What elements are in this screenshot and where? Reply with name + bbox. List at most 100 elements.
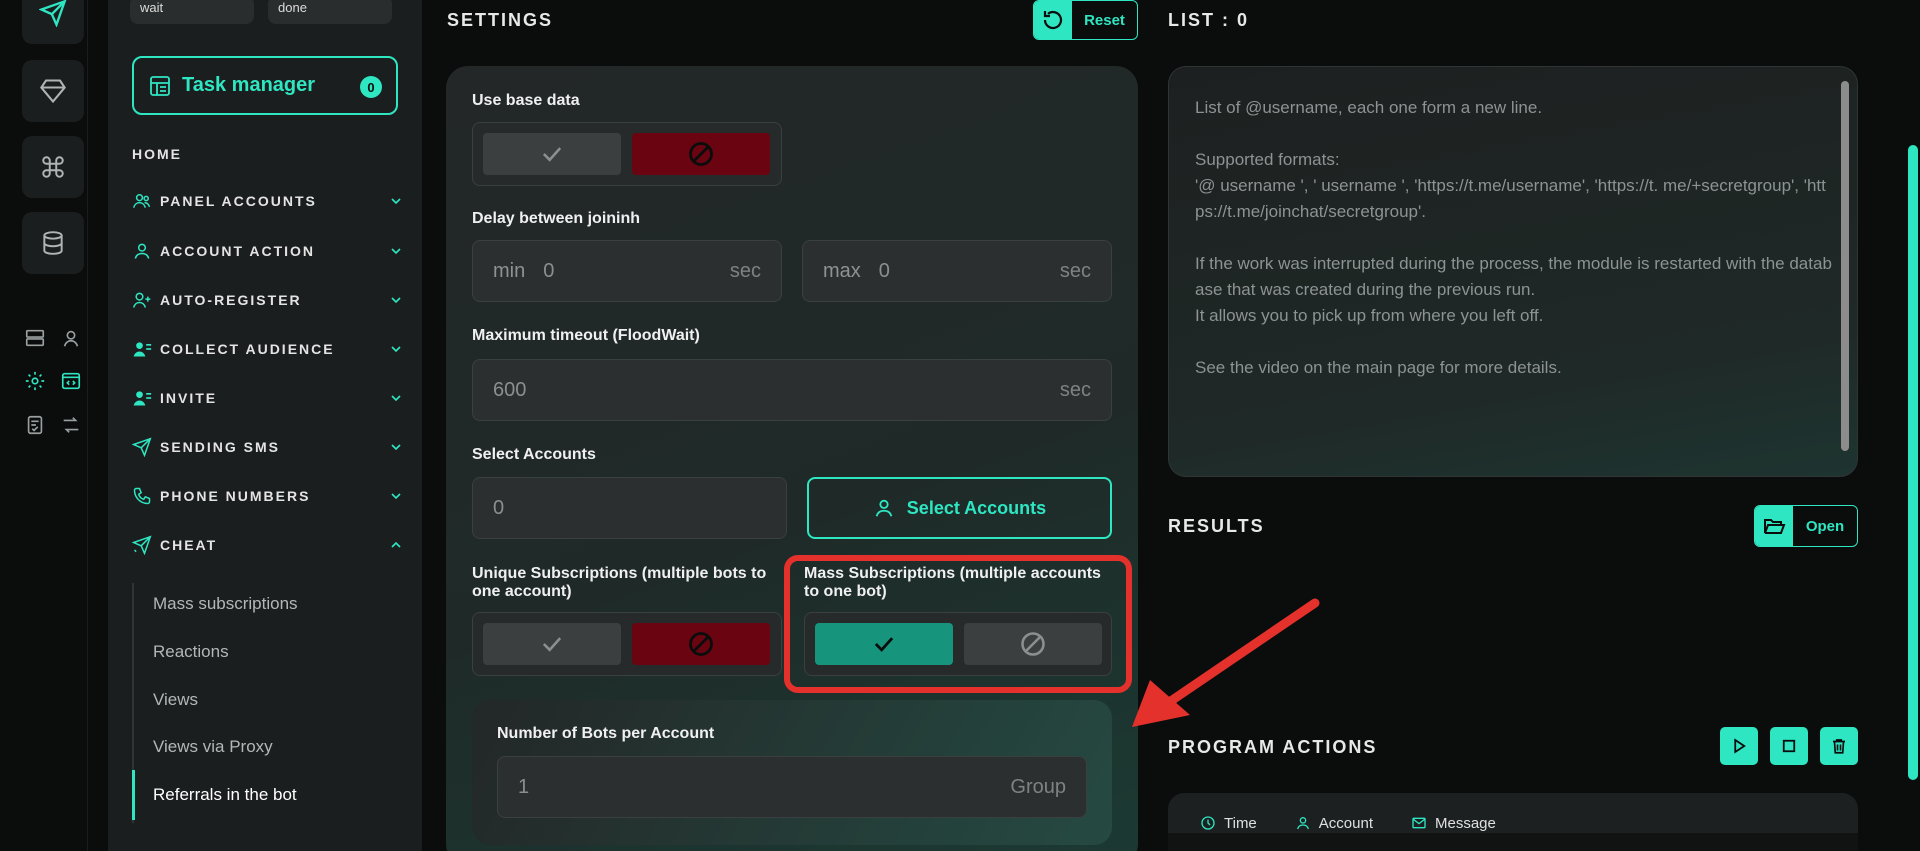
chevron-down-icon bbox=[391, 395, 401, 402]
input-suffix: sec bbox=[1059, 259, 1091, 282]
input-suffix: sec bbox=[729, 259, 761, 282]
task-board-icon bbox=[150, 75, 170, 96]
delay-max-input[interactable]: max 0 sec bbox=[802, 240, 1112, 302]
user-list-icon bbox=[133, 342, 152, 357]
user-icon bbox=[875, 499, 893, 517]
user-plus-icon bbox=[132, 292, 151, 308]
play-icon bbox=[1734, 738, 1746, 754]
program-actions-title: PROGRAM ACTIONS bbox=[1168, 737, 1378, 757]
checklist-icon[interactable] bbox=[20, 410, 50, 440]
open-results-button[interactable]: Open bbox=[1754, 505, 1858, 547]
status-chips: wait done bbox=[130, 0, 392, 24]
column-label: Time bbox=[1224, 814, 1257, 832]
gear-icon[interactable] bbox=[20, 366, 50, 396]
chevron-down-icon bbox=[391, 198, 401, 205]
phone-icon bbox=[133, 487, 151, 505]
stop-icon bbox=[1782, 739, 1796, 753]
column-label: Message bbox=[1434, 814, 1496, 832]
chip-done[interactable]: done bbox=[268, 0, 392, 24]
bots-per-account-input[interactable]: 1 Group bbox=[497, 756, 1087, 818]
play-button[interactable] bbox=[1720, 727, 1758, 765]
server-list-icon[interactable] bbox=[20, 323, 50, 353]
column-time[interactable]: Time bbox=[1200, 815, 1257, 832]
page-scrollbar[interactable] bbox=[1908, 145, 1918, 780]
yes-option[interactable] bbox=[483, 623, 621, 665]
user-pin-icon[interactable] bbox=[56, 323, 86, 353]
check-icon bbox=[542, 637, 562, 652]
icon-rail bbox=[0, 0, 88, 851]
column-message[interactable]: Message bbox=[1411, 815, 1496, 832]
nav-label: ACCOUNT ACTION bbox=[160, 243, 316, 259]
unique-subscriptions-toggle bbox=[472, 612, 782, 676]
sub-views[interactable]: Views bbox=[153, 690, 198, 710]
nav-label: PHONE NUMBERS bbox=[160, 488, 311, 504]
folder-open-icon bbox=[1764, 519, 1786, 534]
stop-button[interactable] bbox=[1770, 727, 1808, 765]
nav-panel-accounts[interactable]: PANEL ACCOUNTS bbox=[132, 188, 404, 214]
nav-label: CHEAT bbox=[160, 537, 218, 553]
command-icon[interactable] bbox=[22, 136, 84, 198]
task-manager-label: Task manager bbox=[182, 74, 316, 96]
nav-collect-audience[interactable]: COLLECT AUDIENCE bbox=[132, 336, 404, 362]
use-base-data-label: Use base data bbox=[472, 92, 580, 109]
nav-sending-sms[interactable]: SENDING SMS bbox=[132, 434, 404, 460]
active-indicator bbox=[132, 770, 135, 820]
chevron-up-icon bbox=[391, 541, 401, 548]
log-table-body bbox=[1168, 833, 1858, 851]
sub-referrals-in-the-bot[interactable]: Referrals in the bot bbox=[153, 785, 297, 805]
trash-icon bbox=[1833, 739, 1845, 754]
nav-auto-register[interactable]: AUTO-REGISTER bbox=[132, 287, 404, 313]
sidebar: wait done Task manager 0 HOME PANEL ACCO… bbox=[108, 0, 422, 851]
chevron-down-icon bbox=[391, 444, 401, 451]
reset-button[interactable]: Reset bbox=[1033, 0, 1138, 40]
nav-phone-numbers[interactable]: PHONE NUMBERS bbox=[132, 483, 404, 509]
sub-mass-subscriptions[interactable]: Mass subscriptions bbox=[153, 594, 298, 614]
refresh-icon bbox=[1043, 10, 1063, 30]
delay-label: Delay between joininh bbox=[472, 210, 641, 227]
sub-views-via-proxy[interactable]: Views via Proxy bbox=[153, 737, 273, 757]
timeout-label: Maximum timeout (FloodWait) bbox=[472, 327, 700, 344]
delay-min-input[interactable]: min 0 sec bbox=[472, 240, 782, 302]
users-icon bbox=[132, 194, 151, 208]
chevron-down-icon bbox=[391, 493, 401, 500]
column-account[interactable]: Account bbox=[1295, 815, 1373, 832]
nav-invite[interactable]: INVITE bbox=[132, 385, 404, 411]
mail-icon bbox=[1412, 817, 1426, 829]
user-list-icon bbox=[133, 391, 152, 406]
swap-icon[interactable] bbox=[56, 410, 86, 440]
delete-button[interactable] bbox=[1820, 727, 1858, 765]
select-accounts-button[interactable]: Select Accounts bbox=[807, 477, 1112, 539]
timeout-input[interactable]: 600 sec bbox=[472, 359, 1112, 421]
unique-subscriptions-label: Unique Subscriptions (multiple bots to o… bbox=[472, 565, 767, 600]
username-list-textarea[interactable]: List of @username, each one form a new l… bbox=[1168, 66, 1858, 477]
code-window-icon[interactable] bbox=[56, 366, 86, 396]
input-value: 600 bbox=[493, 378, 527, 401]
sub-reactions[interactable]: Reactions bbox=[153, 642, 229, 662]
task-manager-button[interactable]: Task manager 0 bbox=[132, 56, 398, 115]
results-title: RESULTS bbox=[1168, 516, 1265, 536]
nav-cheat[interactable]: CHEAT bbox=[132, 532, 404, 558]
input-value: 0 bbox=[543, 259, 555, 282]
telegram-send-icon[interactable] bbox=[22, 0, 84, 44]
nav-home[interactable]: HOME bbox=[132, 146, 182, 162]
column-label: Account bbox=[1318, 814, 1373, 832]
diamond-icon[interactable] bbox=[22, 60, 84, 122]
yes-option[interactable] bbox=[483, 133, 621, 175]
input-suffix: Group bbox=[1010, 775, 1066, 798]
chevron-down-icon bbox=[391, 297, 401, 304]
open-label: Open bbox=[1805, 517, 1845, 535]
reset-label: Reset bbox=[1084, 11, 1125, 29]
no-option[interactable] bbox=[632, 133, 770, 175]
nav-account-action[interactable]: ACCOUNT ACTION bbox=[132, 238, 404, 264]
chip-wait[interactable]: wait bbox=[130, 0, 254, 24]
database-icon[interactable] bbox=[22, 212, 84, 274]
no-option[interactable] bbox=[632, 623, 770, 665]
list-title: LIST : 0 bbox=[1168, 10, 1250, 30]
annotation-arrow-icon bbox=[1132, 598, 1320, 727]
accounts-count-input[interactable]: 0 bbox=[472, 477, 787, 539]
chevron-down-icon bbox=[391, 248, 401, 255]
textarea-scrollbar[interactable] bbox=[1841, 81, 1849, 451]
ban-icon bbox=[689, 632, 713, 656]
select-accounts-button-label: Select Accounts bbox=[906, 497, 1047, 518]
ban-icon bbox=[689, 142, 713, 166]
